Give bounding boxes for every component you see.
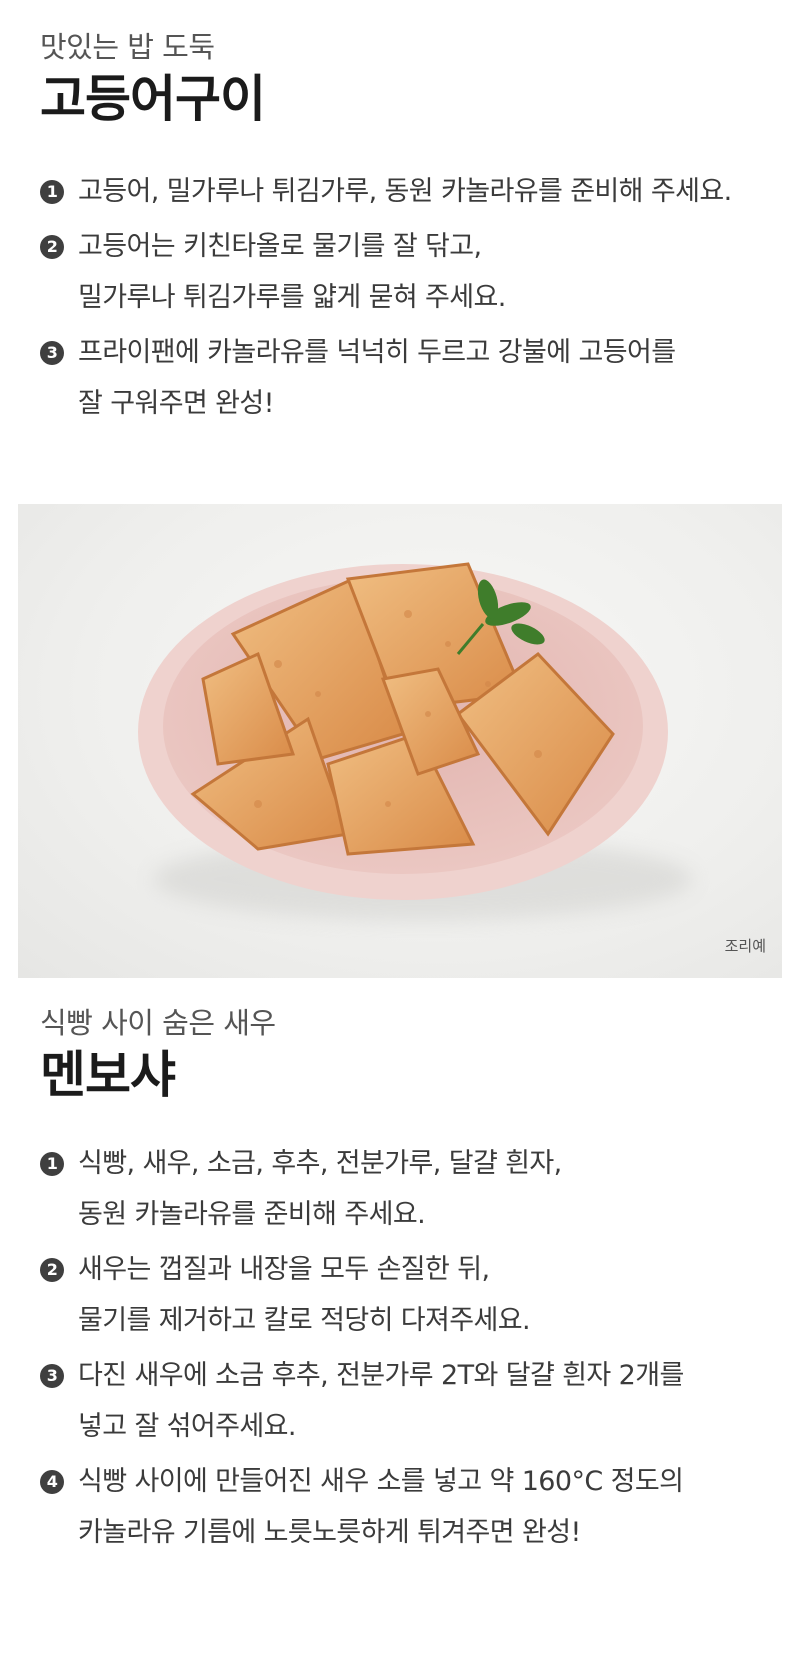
recipe-step: 4 식빵 사이에 만들어진 새우 소를 넣고 약 160°C 정도의 카놀라유 … <box>40 1456 780 1558</box>
step-number-badge: 3 <box>40 1364 64 1389</box>
step-text: 넣고 잘 섞어주세요. <box>78 1411 296 1443</box>
recipe-title: 멘보샤 <box>40 1045 176 1104</box>
recipe-step: 1 고등어, 밀가루나 튀김가루, 동원 카놀라유를 준비해 주세요. <box>40 166 780 217</box>
step-number-badge: 1 <box>40 180 64 205</box>
recipe-step: 3 프라이팬에 카놀라유를 넉넉히 두르고 강불에 고등어를 잘 구워주면 완성… <box>40 327 780 429</box>
step-number-badge: 2 <box>40 235 64 260</box>
step-text: 식빵 사이에 만들어진 새우 소를 넣고 약 160°C 정도의 <box>78 1466 684 1498</box>
step-number-badge: 3 <box>40 341 64 366</box>
step-text: 물기를 제거하고 칼로 적당히 다져주세요. <box>78 1305 531 1337</box>
recipe-steps: 1 식빵, 새우, 소금, 후추, 전분가루, 달걀 흰자, 동원 카놀라유를 … <box>40 1138 780 1558</box>
step-number-badge: 2 <box>40 1258 64 1283</box>
step-text: 카놀라유 기름에 노릇노릇하게 튀겨주면 완성! <box>78 1517 581 1549</box>
step-text: 식빵, 새우, 소금, 후추, 전분가루, 달걀 흰자, <box>78 1148 562 1180</box>
step-text: 새우는 껍질과 내장을 모두 손질한 뒤, <box>78 1254 490 1286</box>
step-number-badge: 1 <box>40 1152 64 1177</box>
recipe-steps: 1 고등어, 밀가루나 튀김가루, 동원 카놀라유를 준비해 주세요. 2 고등… <box>40 166 780 429</box>
recipe-step: 2 고등어는 키친타올로 물기를 잘 닦고, 밀가루나 튀김가루를 얇게 묻혀 … <box>40 221 780 323</box>
food-photo: 조리예 <box>18 504 782 978</box>
recipe-mackerel: 맛있는 밥 도둑 고등어구이 1 고등어, 밀가루나 튀김가루, 동원 카놀라유… <box>40 30 780 429</box>
step-text: 프라이팬에 카놀라유를 넉넉히 두르고 강불에 고등어를 <box>78 337 676 369</box>
recipe-subtitle: 식빵 사이 숨은 새우 <box>40 1006 276 1040</box>
step-text: 잘 구워주면 완성! <box>78 388 274 420</box>
recipe-step: 3 다진 새우에 소금 후추, 전분가루 2T와 달걀 흰자 2개를 넣고 잘 … <box>40 1350 780 1452</box>
step-text: 동원 카놀라유를 준비해 주세요. <box>78 1199 426 1231</box>
step-text: 고등어는 키친타올로 물기를 잘 닦고, <box>78 231 482 263</box>
recipe-step: 1 식빵, 새우, 소금, 후추, 전분가루, 달걀 흰자, 동원 카놀라유를 … <box>40 1138 780 1240</box>
step-text: 다진 새우에 소금 후추, 전분가루 2T와 달걀 흰자 2개를 <box>78 1360 684 1392</box>
step-text: 고등어, 밀가루나 튀김가루, 동원 카놀라유를 준비해 주세요. <box>78 176 732 208</box>
step-number-badge: 4 <box>40 1470 64 1495</box>
recipe-title: 고등어구이 <box>40 69 266 128</box>
recipe-subtitle: 맛있는 밥 도둑 <box>40 30 215 64</box>
menbosha-dish-illustration <box>138 562 693 921</box>
step-text: 밀가루나 튀김가루를 얇게 묻혀 주세요. <box>78 282 506 314</box>
photo-caption: 조리예 <box>724 937 766 955</box>
recipe-menbosha: 식빵 사이 숨은 새우 멘보샤 1 식빵, 새우, 소금, 후추, 전분가루, … <box>40 1006 780 1558</box>
recipe-step: 2 새우는 껍질과 내장을 모두 손질한 뒤, 물기를 제거하고 칼로 적당히 … <box>40 1244 780 1346</box>
